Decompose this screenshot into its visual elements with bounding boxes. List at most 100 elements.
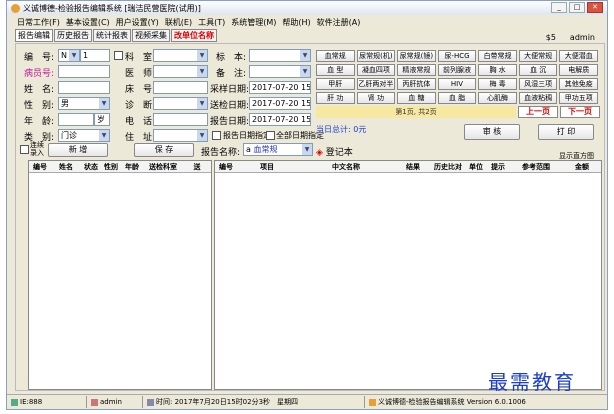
quick-test-button[interactable]: 梅 毒 [478,78,517,90]
name-input[interactable] [58,81,110,94]
prev-page-button[interactable]: 上一页 [518,106,558,118]
tab-statistics[interactable]: 统计报表 [93,29,131,42]
department-select[interactable]: ▼ [153,49,208,62]
quick-test-button[interactable]: 丙肝抗体 [397,78,436,90]
diagnosis-select[interactable]: ▼ [153,97,208,110]
quick-test-button[interactable]: HIV [437,78,477,90]
col-header[interactable]: 金额 [563,161,601,173]
report-name-select[interactable]: a 血常规 ▼ [243,143,313,156]
quick-test-button[interactable]: 胸 水 [478,64,517,76]
number-input[interactable]: 1 [80,49,110,62]
quick-test-button[interactable]: 乙肝两对半 [356,78,396,90]
tab-report-edit[interactable]: 报告编辑 [15,29,53,42]
menu-item-user-settings[interactable]: 用户设置(Y) [116,17,159,28]
quick-test-button[interactable]: 前列腺液 [437,64,477,76]
tab-history-report[interactable]: 历史报告 [54,29,92,42]
quick-test-button[interactable]: 血 沉 [518,64,558,76]
status-bar: IE:888 admin 时间: 2017年7月20日15时02分3秒 星期四 … [7,394,607,409]
menu-item-daily[interactable]: 日常工作(F) [17,17,60,28]
maximize-button[interactable]: □ [569,2,585,13]
col-header[interactable]: 项目 [237,161,297,173]
col-header[interactable]: 状态 [81,161,101,173]
quick-test-button[interactable]: 甲肝 [316,78,355,90]
sampling-date-input[interactable]: 2017-07-20 15:01 [249,81,311,94]
col-header[interactable]: 编号 [29,161,51,173]
quick-test-button[interactable]: 大便潜血 [559,50,598,62]
quick-test-button[interactable]: 肾 功 [356,92,396,104]
quick-test-button[interactable]: 血液粘稠 [518,92,558,104]
quick-test-button[interactable]: 白带常规 [478,50,517,62]
quick-test-button[interactable]: 风湿三项 [518,78,558,90]
label-diagnosis: 诊 断: [125,101,156,111]
tab-rename-unit[interactable]: 改单位名称 [171,29,217,42]
continuous-entry-checkbox[interactable] [20,145,29,154]
add-button[interactable]: 新 增 [48,143,108,157]
col-header[interactable]: 年龄 [121,161,143,173]
bed-input[interactable] [153,81,208,94]
quick-test-button[interactable]: 尿常规(镜) [397,50,436,62]
gender-select[interactable]: 男 ▼ [58,97,110,110]
minimize-button[interactable]: _ [551,2,567,13]
col-header[interactable]: 参考范围 [509,161,563,173]
col-header[interactable]: 送检科室 [143,161,183,173]
quick-test-button[interactable]: 其他免疫 [559,78,598,90]
number-prefix-select[interactable]: N ▼ [58,49,80,62]
menu-item-tools[interactable]: 工具(T) [198,17,225,28]
report-date-checkbox[interactable] [212,131,221,140]
quick-test-button[interactable]: 尿-HCG [437,50,477,62]
menu-item-register[interactable]: 软件注册(A) [317,17,361,28]
col-header[interactable]: 历史比对 [431,161,465,173]
quick-test-pager: 第1页, 共2页 上一页 下一页 [316,106,600,118]
close-button[interactable]: ✕ [587,2,603,13]
age-unit-select[interactable]: 岁 [94,113,110,126]
quick-test-button[interactable]: 血常规 [316,50,355,62]
col-header[interactable]: 性别 [101,161,121,173]
col-header[interactable]: 送 [183,161,211,173]
menu-item-help[interactable]: 帮助(H) [282,17,310,28]
patient-id-input[interactable] [58,65,110,78]
phone-input[interactable] [153,113,208,126]
quick-test-button[interactable]: 血 型 [316,64,355,76]
col-header[interactable]: 中文名称 [297,161,395,173]
menu-item-basic-settings[interactable]: 基本设置(C) [66,17,110,28]
quick-test-button[interactable]: 凝血四项 [356,64,396,76]
quick-test-button[interactable]: 精液常规 [397,64,436,76]
col-header[interactable]: 编号 [215,161,237,173]
patient-table[interactable]: 编号 姓名 状态 性别 年龄 送检科室 送 [28,160,212,390]
review-button[interactable]: 审 核 [464,124,520,140]
all-date-checkbox[interactable] [266,131,275,140]
label-patient-id: 病员号: [24,69,55,79]
save-button[interactable]: 保 存 [134,143,194,157]
print-button[interactable]: 打 印 [538,124,594,140]
col-header[interactable]: 单位 [465,161,487,173]
age-input[interactable] [58,113,94,126]
report-date-input[interactable]: 2017-07-20 15:01 [249,113,311,126]
quick-test-button[interactable]: 甲功五项 [559,92,598,104]
quick-test-button[interactable]: 血 脂 [437,92,477,104]
address-select[interactable]: ▼ [153,129,208,142]
menu-item-system[interactable]: 系统管理(M) [231,17,276,28]
col-header[interactable]: 姓名 [51,161,81,173]
doctor-select[interactable]: ▼ [153,65,208,78]
submit-date-input[interactable]: 2017-07-20 15:01 [249,97,311,110]
number-checkbox[interactable] [114,51,123,60]
col-header[interactable]: 提示 [487,161,509,173]
tab-video-capture[interactable]: 视频采集 [132,29,170,42]
remark-select[interactable]: ▼ [249,65,311,78]
quick-test-button[interactable]: 大便常规 [518,50,558,62]
specimen-select[interactable]: ▼ [249,49,311,62]
clock-icon [147,398,154,406]
col-header[interactable]: 结果 [395,161,431,173]
quick-test-button[interactable]: 血 糖 [397,92,436,104]
next-page-button[interactable]: 下一页 [560,106,600,118]
category-select[interactable]: 门诊 ▼ [58,129,110,142]
register-book-button[interactable]: ◈ 登记本 [316,145,353,158]
quick-test-button[interactable]: 心肌酶 [478,92,517,104]
quick-test-button[interactable]: 肝 功 [316,92,355,104]
quick-test-button[interactable]: 尿常规(机) [356,50,396,62]
label-gender: 性 别: [24,101,55,111]
watermark: 最需教育 [488,370,576,394]
menu-item-online[interactable]: 联机(E) [165,17,192,28]
quick-test-button[interactable]: 电解质 [559,64,598,76]
result-table[interactable]: 编号 项目 中文名称 结果 历史比对 单位 提示 参考范围 金额 [214,160,602,390]
